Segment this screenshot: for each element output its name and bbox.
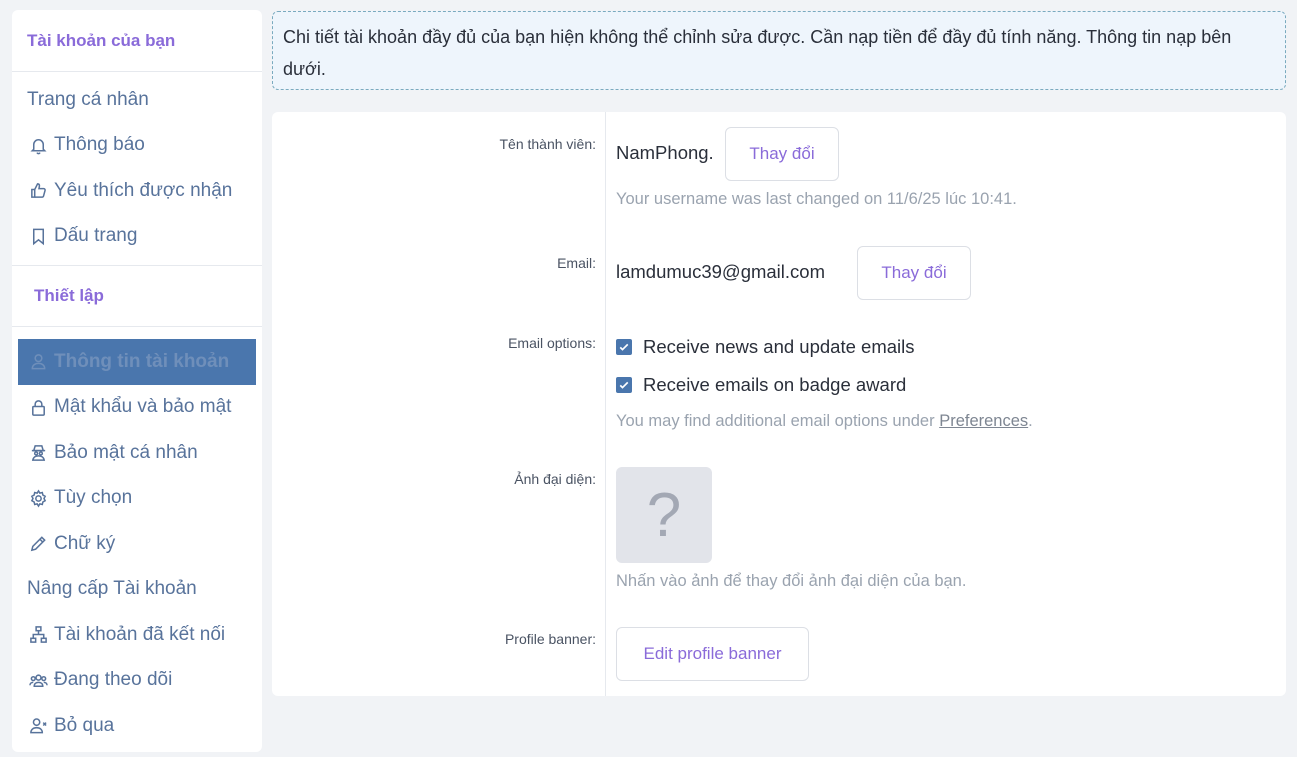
lock-icon	[27, 396, 49, 418]
username-hint: Your username was last changed on 11/6/2…	[616, 190, 1017, 208]
sitemap-icon	[27, 624, 49, 646]
sidebar-item-label: Tùy chọn	[54, 487, 133, 509]
spy-icon	[27, 442, 49, 464]
check-icon	[619, 343, 629, 351]
bell-icon	[27, 134, 49, 156]
sidebar-item-label: Bỏ qua	[54, 714, 115, 736]
username-label: Tên thành viên:	[499, 136, 596, 152]
username-value: NamPhong.	[616, 142, 714, 163]
sidebar-section-account: Tài khoản của bạn	[12, 10, 262, 72]
edit-profile-banner-button[interactable]: Edit profile banner	[616, 627, 809, 681]
preferences-link[interactable]: Preferences	[939, 412, 1028, 430]
users-icon	[27, 669, 49, 691]
news-emails-checkbox[interactable]	[616, 339, 632, 355]
change-email-button[interactable]: Thay đổi	[857, 246, 971, 300]
sidebar-item-upgrade[interactable]: Nâng cấp Tài khoản	[12, 567, 262, 613]
profile-banner-label: Profile banner:	[504, 631, 596, 647]
sidebar-item-label: Thông báo	[54, 134, 145, 156]
sidebar-item-label: Yêu thích được nhận	[54, 179, 233, 201]
avatar-label: Ảnh đại diện:	[514, 471, 596, 487]
email-options-hint-suffix: .	[1028, 412, 1033, 430]
sidebar-item-label: Dấu trang	[54, 225, 138, 247]
sidebar-item-label: Trang cá nhân	[27, 88, 149, 110]
sidebar-item-signature[interactable]: Chữ ký	[12, 521, 262, 567]
user-x-icon	[27, 715, 49, 737]
sidebar-item-preferences[interactable]: Tùy chọn	[12, 476, 262, 522]
sidebar-item-reactions[interactable]: Yêu thích được nhận	[12, 168, 262, 214]
badge-emails-checkbox[interactable]	[616, 377, 632, 393]
sidebar: Tài khoản của bạn Trang cá nhân Thông bá…	[12, 10, 262, 752]
sidebar-item-label: Mật khẩu và bảo mật	[54, 396, 232, 418]
badge-emails-label: Receive emails on badge award	[643, 374, 907, 395]
badge-emails-option[interactable]: Receive emails on badge award	[616, 374, 906, 396]
notice-banner: Chi tiết tài khoản đầy đủ của bạn hiện k…	[272, 11, 1286, 90]
sidebar-item-account-details[interactable]: Thông tin tài khoản	[18, 339, 256, 385]
pencil-icon	[27, 533, 49, 555]
gear-icon	[27, 487, 49, 509]
sidebar-item-alerts[interactable]: Thông báo	[12, 123, 262, 169]
email-options-label: Email options:	[508, 335, 596, 351]
sidebar-item-security[interactable]: Mật khẩu và bảo mật	[12, 385, 262, 431]
sidebar-item-label: Tài khoản đã kết nối	[54, 623, 226, 645]
email-value: lamdumuc39@gmail.com	[616, 261, 825, 282]
sidebar-item-profile[interactable]: Trang cá nhân	[12, 77, 262, 123]
user-icon	[27, 351, 49, 373]
sidebar-item-ignoring[interactable]: Bỏ qua	[12, 703, 262, 749]
column-divider	[605, 112, 606, 696]
account-details-panel: Tên thành viên: NamPhong. Thay đổi Your …	[272, 112, 1286, 696]
sidebar-item-label: Chữ ký	[54, 532, 116, 554]
thumbs-up-icon	[27, 180, 49, 202]
sidebar-item-label: Bảo mật cá nhân	[54, 441, 198, 463]
check-icon	[619, 381, 629, 389]
email-options-hint: You may find additional email options un…	[616, 412, 1033, 431]
sidebar-item-connected-accounts[interactable]: Tài khoản đã kết nối	[12, 612, 262, 658]
avatar[interactable]: ?	[616, 467, 712, 563]
bookmark-icon	[27, 225, 49, 247]
sidebar-item-privacy[interactable]: Bảo mật cá nhân	[12, 430, 262, 476]
news-emails-option[interactable]: Receive news and update emails	[616, 336, 915, 358]
sidebar-section-settings: Thiết lập	[12, 265, 262, 327]
change-username-button[interactable]: Thay đổi	[725, 127, 839, 181]
avatar-hint: Nhấn vào ảnh để thay đổi ảnh đại diện củ…	[616, 572, 967, 590]
email-label: Email:	[557, 255, 596, 271]
avatar-placeholder: ?	[646, 480, 682, 550]
sidebar-item-label: Nâng cấp Tài khoản	[27, 578, 197, 600]
news-emails-label: Receive news and update emails	[643, 336, 915, 357]
sidebar-item-following[interactable]: Đang theo dõi	[12, 658, 262, 704]
sidebar-item-label: Thông tin tài khoản	[54, 350, 230, 372]
sidebar-item-bookmarks[interactable]: Dấu trang	[12, 214, 262, 260]
sidebar-item-label: Đang theo dõi	[54, 669, 173, 691]
email-options-hint-text: You may find additional email options un…	[616, 412, 940, 430]
